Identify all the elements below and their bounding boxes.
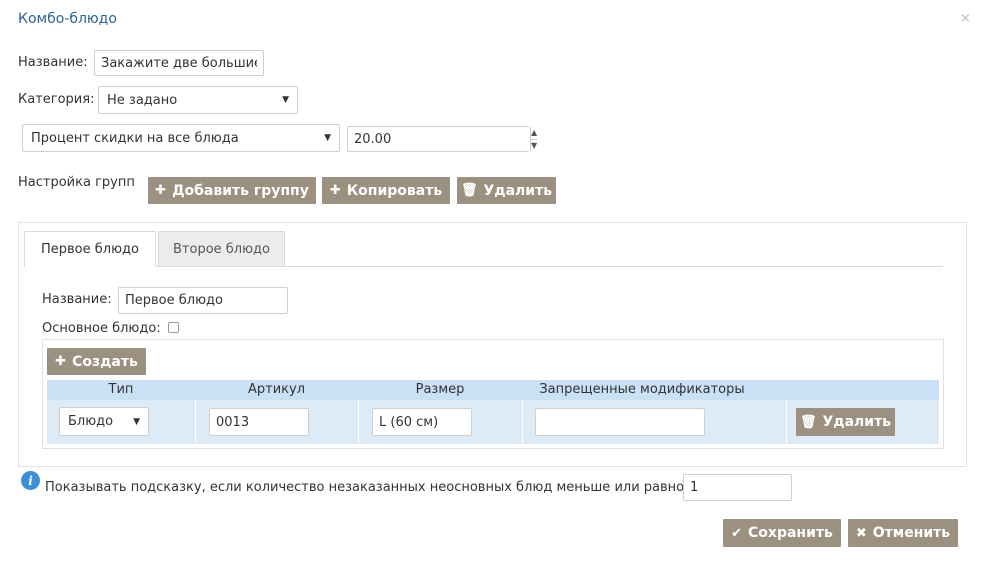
- name-label: Название:: [18, 55, 88, 70]
- item-type-value: Блюдо: [68, 414, 114, 429]
- plus-icon: ✚: [55, 354, 67, 369]
- info-icon: i: [21, 471, 40, 490]
- trash-icon: 🗑: [799, 414, 817, 430]
- checkmark-icon: ✔: [731, 525, 743, 541]
- hint-label: Показывать подсказку, если количество не…: [45, 480, 685, 495]
- column-header-size: Размер: [415, 382, 465, 397]
- category-label: Категория:: [18, 92, 95, 107]
- discount-type-value: Процент скидки на все блюда: [31, 130, 239, 146]
- item-article-input[interactable]: [209, 408, 309, 436]
- group-name-input[interactable]: [118, 287, 288, 314]
- tab-label: Первое блюдо: [41, 242, 139, 257]
- stepper-up-icon[interactable]: ▲: [531, 127, 538, 140]
- save-label: Сохранить: [748, 525, 833, 541]
- caret-down-icon: ▼: [282, 95, 289, 105]
- caret-down-icon: ▼: [133, 416, 140, 427]
- column-divider: [522, 400, 523, 444]
- plus-icon: ✚: [329, 183, 341, 198]
- caret-down-icon: ▼: [324, 133, 331, 143]
- column-header-article: Артикул: [247, 382, 306, 397]
- tab-first-dish[interactable]: Первое блюдо: [24, 231, 156, 267]
- stepper-buttons[interactable]: ▲ ▼: [530, 127, 538, 152]
- discount-amount-input[interactable]: [348, 127, 530, 151]
- tab-label: Второе блюдо: [173, 241, 270, 257]
- table-row: Блюдо ▼ 🗑 Удалить: [47, 400, 939, 444]
- main-dish-checkbox[interactable]: [168, 322, 179, 333]
- cancel-label: Отменить: [872, 525, 951, 541]
- category-select-value: Не задано: [107, 92, 178, 108]
- category-select[interactable]: Не задано ▼: [98, 86, 298, 114]
- add-group-label: Добавить группу: [172, 182, 309, 199]
- item-size-input[interactable]: [372, 408, 472, 436]
- x-icon: ✖: [855, 525, 867, 541]
- stepper-down-icon[interactable]: ▼: [531, 140, 537, 152]
- column-header-modifiers: Запрещенные модификаторы: [539, 382, 745, 397]
- add-group-button[interactable]: ✚ Добавить группу: [148, 177, 316, 204]
- combo-name-input[interactable]: [94, 50, 264, 76]
- dialog-title: Комбо-блюдо: [18, 11, 117, 27]
- trash-icon: 🗑: [460, 183, 478, 198]
- discount-amount-stepper[interactable]: ▲ ▼: [347, 126, 538, 152]
- column-divider: [786, 400, 787, 444]
- item-type-select[interactable]: Блюдо ▼: [59, 407, 149, 436]
- close-icon[interactable]: ×: [960, 11, 971, 26]
- tab-bar-line: [24, 266, 943, 267]
- table-header: Тип Артикул Размер Запрещенные модификат…: [47, 380, 939, 400]
- discount-type-select[interactable]: Процент скидки на все блюда ▼: [22, 124, 340, 152]
- copy-group-label: Копировать: [346, 182, 443, 199]
- delete-item-button[interactable]: 🗑 Удалить: [796, 408, 895, 436]
- cancel-button[interactable]: ✖ Отменить: [848, 519, 958, 547]
- column-header-type: Тип: [108, 382, 134, 397]
- group-settings-label: Настройка групп: [18, 175, 135, 190]
- delete-item-label: Удалить: [822, 414, 892, 430]
- tab-second-dish[interactable]: Второе блюдо: [158, 231, 285, 266]
- delete-group-label: Удалить: [483, 182, 553, 199]
- group-name-label: Название:: [42, 292, 112, 307]
- delete-group-button[interactable]: 🗑 Удалить: [457, 177, 556, 204]
- save-button[interactable]: ✔ Сохранить: [723, 519, 841, 547]
- item-modifiers-input[interactable]: [535, 408, 705, 436]
- create-item-label: Создать: [72, 353, 138, 370]
- column-divider: [195, 400, 196, 444]
- plus-icon: ✚: [155, 183, 167, 198]
- hint-threshold-input[interactable]: [683, 474, 792, 501]
- create-item-button[interactable]: ✚ Создать: [47, 348, 146, 375]
- main-dish-label: Основное блюдо:: [42, 321, 161, 336]
- column-divider: [358, 400, 359, 444]
- copy-group-button[interactable]: ✚ Копировать: [322, 177, 450, 204]
